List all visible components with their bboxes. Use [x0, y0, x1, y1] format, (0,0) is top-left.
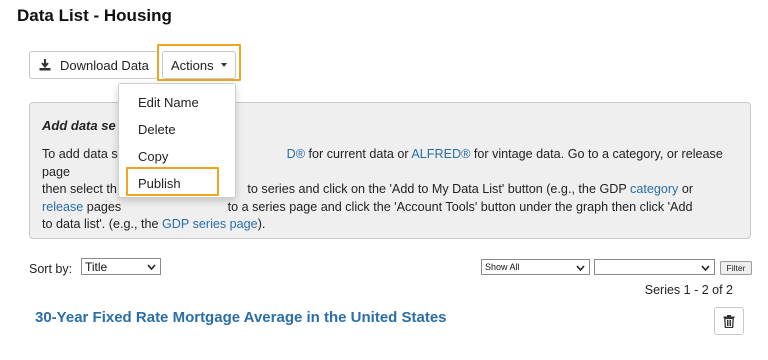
info-panel-title: Add data se: [42, 118, 116, 133]
info-text-segment: ).: [257, 217, 266, 231]
series-count: Series 1 - 2 of 2: [644, 283, 733, 297]
menu-item-edit-name[interactable]: Edit Name: [138, 95, 199, 110]
download-icon: [39, 59, 51, 71]
sort-label: Sort by:: [29, 262, 73, 276]
chevron-down-icon: [147, 264, 156, 270]
publish-highlight: [126, 167, 219, 196]
info-text-segment: to series and click on the 'Add to My Da…: [243, 182, 631, 196]
chevron-down-icon: [576, 265, 585, 271]
category-link[interactable]: category: [630, 182, 678, 196]
release-link[interactable]: release: [42, 200, 83, 214]
info-text-segment: To add data s: [42, 147, 118, 161]
gdp-series-page-link[interactable]: GDP series page: [162, 217, 258, 231]
info-text-segment: then select th: [42, 182, 117, 196]
info-text-segment: pages: [83, 199, 122, 214]
sort-selected-value: Title: [85, 259, 108, 274]
info-text-segment: for current data or: [305, 147, 412, 161]
trash-icon: [723, 314, 735, 328]
show-selected-value: Show All: [485, 262, 520, 272]
filter-select[interactable]: [594, 259, 715, 275]
download-data-button[interactable]: Download Data: [29, 51, 158, 79]
menu-item-copy[interactable]: Copy: [138, 149, 168, 164]
show-filter-select[interactable]: Show All: [481, 259, 590, 275]
actions-highlight: [157, 44, 241, 81]
fred-link[interactable]: D®: [287, 147, 305, 161]
menu-item-delete[interactable]: Delete: [138, 122, 176, 137]
info-text-segment: to data list'. (e.g., the: [42, 217, 163, 231]
info-text-segment: to a series page and click the 'Account …: [224, 199, 693, 214]
series-title-link[interactable]: 30-Year Fixed Rate Mortgage Average in t…: [35, 307, 465, 328]
delete-series-button[interactable]: [714, 307, 744, 335]
download-data-label: Download Data: [60, 57, 149, 73]
filter-button[interactable]: Filter: [720, 261, 752, 275]
page-title: Data List - Housing: [17, 6, 172, 25]
sort-select[interactable]: Title: [81, 258, 161, 275]
chevron-down-icon: [701, 265, 710, 271]
info-text-segment: or: [678, 182, 694, 196]
alfred-link[interactable]: ALFRED®: [411, 147, 470, 161]
